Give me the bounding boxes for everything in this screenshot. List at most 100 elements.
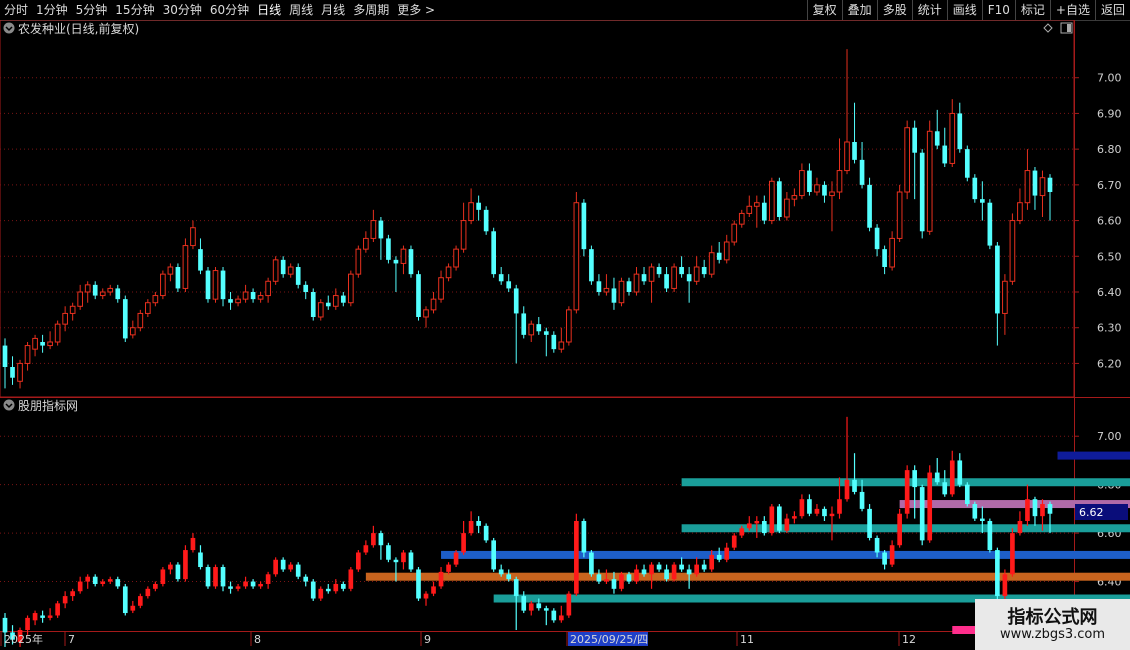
indicator-candle-body <box>265 574 271 584</box>
period-tabs: 分时 1分钟 5分钟 15分钟 30分钟 60分钟 日线 周线 月线 多周期 更多 > <box>0 0 439 20</box>
main-candle-body-up <box>573 202 580 311</box>
main-candle-body-up <box>438 277 444 300</box>
toolbar-button-8[interactable]: 返回 <box>1094 0 1130 20</box>
indicator-candle-body <box>566 593 572 616</box>
main-panel-header[interactable]: 农发种业(日线,前复权) <box>3 21 140 36</box>
period-tab-5[interactable]: 60分钟 <box>206 0 253 20</box>
indicator-candle-body <box>25 617 30 630</box>
watermark-title: 指标公式网 <box>1007 607 1098 628</box>
main-candle-body-up <box>468 202 474 222</box>
main-price-tick-label: 6.50 <box>1097 250 1122 263</box>
main-candle-body-down <box>476 202 481 210</box>
main-candle-body-up <box>896 191 903 239</box>
period-tab-3[interactable]: 15分钟 <box>111 0 158 20</box>
indicator-candle-body <box>972 504 978 519</box>
period-tab-6[interactable]: 日线 <box>253 0 285 20</box>
indicator-candle-body <box>205 567 211 587</box>
indicator-candle-body <box>799 499 805 517</box>
indicator-candle-body <box>822 508 827 517</box>
main-candle-body-up <box>84 284 91 293</box>
main-candle-body-up <box>618 280 625 304</box>
main-candle-body-up <box>558 341 565 350</box>
indicator-candle-body <box>589 552 594 575</box>
period-tab-1[interactable]: 1分钟 <box>32 0 72 20</box>
main-price-tick-label: 6.40 <box>1097 286 1122 299</box>
main-candle-body-down <box>995 245 1000 314</box>
main-candle-body-down <box>1032 170 1038 196</box>
main-candle-body-down <box>980 199 985 203</box>
indicator-candle-body <box>250 581 256 587</box>
indicator-candle-body <box>2 617 8 633</box>
indicator-candle-body <box>686 569 692 575</box>
indicator-candle-body <box>280 559 286 570</box>
main-candle-body-down <box>882 249 887 267</box>
toolbar-button-2[interactable]: 多股 <box>876 0 912 20</box>
date-axis-label: 7 <box>68 633 75 646</box>
main-candle-body-down <box>822 184 827 196</box>
date-axis-label: 2025/09/25/四 <box>570 633 648 646</box>
indicator-candle-body <box>694 564 699 575</box>
main-candle-body-up <box>671 266 677 289</box>
period-tab-2[interactable]: 5分钟 <box>72 0 112 20</box>
period-tab-7[interactable]: 周线 <box>285 0 317 20</box>
main-candle-body-down <box>852 142 857 160</box>
period-tab-4[interactable]: 30分钟 <box>159 0 206 20</box>
main-candle-body-up <box>791 195 798 200</box>
indicator-candle-body <box>175 564 181 580</box>
toolbar-button-5[interactable]: F10 <box>981 0 1015 20</box>
main-candle-body-down <box>919 152 925 232</box>
toolbar-button-6[interactable]: 标记 <box>1014 0 1050 20</box>
main-candle-body-up <box>47 341 53 347</box>
indicator-candle-body <box>77 581 83 592</box>
indicator-candle-body <box>228 586 233 589</box>
main-candle-body-up <box>54 323 61 343</box>
period-tab-8[interactable]: 月线 <box>317 0 349 20</box>
indicator-candle-body <box>461 533 466 553</box>
indicator-candle-body <box>649 564 654 575</box>
toolbar-button-0[interactable]: 复权 <box>806 0 842 20</box>
main-candle-body-up <box>129 327 136 336</box>
main-candle-body-down <box>641 274 647 282</box>
toolbar-button-4[interactable]: 画线 <box>946 0 982 20</box>
main-candle-body-down <box>310 292 316 317</box>
indicator-candle-body <box>536 603 542 609</box>
main-candle-body-up <box>167 266 174 275</box>
indicator-candle-body <box>168 564 173 570</box>
indicator-candle-body <box>769 506 775 534</box>
toolbar-button-3[interactable]: 统计 <box>911 0 947 20</box>
main-candle-body-down <box>679 267 684 275</box>
diamond-icon[interactable] <box>1043 23 1053 33</box>
main-candle-body-up <box>257 295 264 300</box>
main-candle-body-down <box>867 184 872 228</box>
main-candle-body-up <box>99 291 106 297</box>
chevron-down-icon[interactable] <box>3 22 15 34</box>
main-gridlines <box>0 77 1074 364</box>
indicator-candle-body <box>716 554 722 560</box>
toolbar-button-1[interactable]: 叠加 <box>841 0 877 20</box>
main-candle-body-down <box>205 270 211 300</box>
indicator-candle-body <box>153 583 158 589</box>
main-candle-body-down <box>386 238 391 260</box>
main-candle-body-up <box>528 323 535 336</box>
indicator-candle-body <box>190 537 196 551</box>
main-candle-body-up <box>949 112 956 164</box>
main-candle-body-up <box>769 180 775 222</box>
toolbar-button-7[interactable]: +自选 <box>1049 0 1095 20</box>
indicator-candle-body <box>92 576 98 584</box>
indicator-candle-body <box>62 596 68 604</box>
date-axis-label: 8 <box>254 633 261 646</box>
indicator-candle-body <box>378 533 384 546</box>
date-axis-label: 12 <box>902 633 916 646</box>
indicator-candle-body <box>581 521 587 553</box>
indicator-candle-body <box>32 613 38 621</box>
period-tab-0[interactable]: 分时 <box>0 0 32 20</box>
main-candle-body-up <box>17 362 23 382</box>
period-tab-10[interactable]: 更多 > <box>393 0 439 20</box>
period-tab-9[interactable]: 多周期 <box>349 0 393 20</box>
main-candle-body-up <box>430 298 437 311</box>
chevron-down-icon[interactable] <box>3 399 15 411</box>
indicator-candle-body <box>626 574 632 582</box>
toolbar-actions: 复权 叠加 多股 统计 画线 F10 标记 +自选 返回 <box>806 0 1130 20</box>
indicator-panel-header[interactable]: 股朋指标网 <box>3 398 79 413</box>
main-candle-body-down <box>987 202 993 246</box>
